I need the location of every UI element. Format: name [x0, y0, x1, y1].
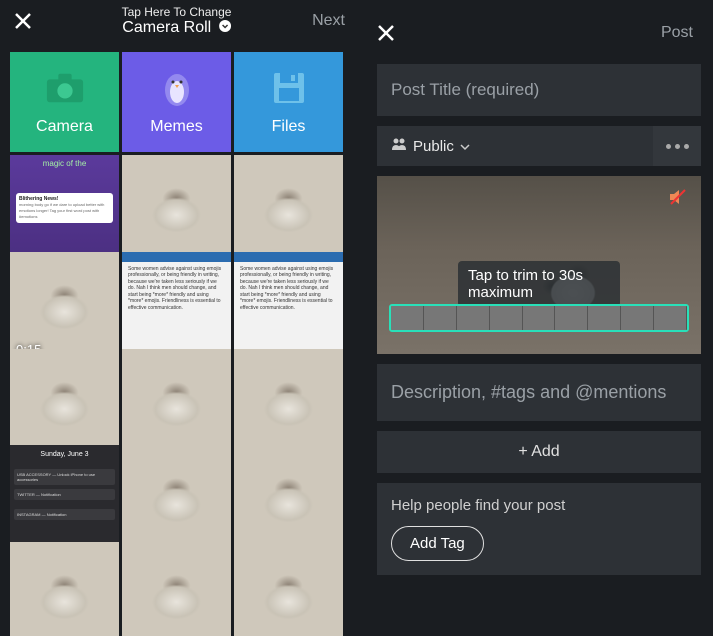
media-thumbnail[interactable]	[234, 349, 343, 458]
media-thumbnail[interactable]: magic of theBlithering News!morning body…	[10, 155, 119, 264]
album-selector[interactable]: Tap Here To Change Camera Roll	[122, 6, 232, 37]
add-tag-button[interactable]: Add Tag	[391, 526, 484, 561]
media-picker-panel: Tap Here To Change Camera Roll Next Came…	[0, 0, 353, 636]
people-icon	[391, 137, 407, 155]
header-hint: Tap Here To Change	[122, 6, 232, 19]
find-help-label: Help people find your post	[391, 497, 687, 514]
media-thumbnail[interactable]	[122, 542, 231, 636]
floppy-icon	[269, 68, 309, 108]
close-button-left[interactable]	[2, 0, 44, 42]
source-files[interactable]: Files	[234, 52, 343, 152]
media-thumbnail[interactable]	[10, 542, 119, 636]
close-icon	[13, 11, 33, 31]
source-camera[interactable]: Camera	[10, 52, 119, 152]
source-label: Memes	[150, 118, 202, 136]
left-header: Tap Here To Change Camera Roll Next	[0, 0, 353, 42]
source-memes[interactable]: Memes	[122, 52, 231, 152]
media-thumbnail[interactable]: Sunday, June 3USB ACCESSORY — Unlock iPh…	[10, 445, 119, 554]
trim-hint: Tap to trim to 30s maximum	[458, 261, 620, 307]
post-title-input[interactable]: Post Title (required)	[377, 64, 701, 116]
source-label: Files	[272, 118, 306, 136]
camera-icon	[45, 68, 85, 108]
penguin-icon	[157, 68, 197, 108]
description-input[interactable]: Description, #tags and @mentions	[377, 364, 701, 421]
visibility-row: Public	[377, 126, 701, 166]
add-section-button[interactable]: + Add	[377, 431, 701, 473]
media-thumbnail[interactable]	[122, 349, 231, 458]
visibility-label: Public	[413, 138, 454, 155]
media-thumbnail[interactable]	[234, 445, 343, 554]
mute-icon[interactable]	[667, 186, 689, 208]
close-button-right[interactable]	[365, 12, 407, 54]
compose-panel: Post Post Title (required) Public Tap to…	[353, 0, 713, 636]
visibility-selector[interactable]: Public	[377, 127, 653, 165]
find-post-section: Help people find your post Add Tag	[377, 483, 701, 575]
media-thumbnail[interactable]	[234, 542, 343, 636]
post-button[interactable]: Post	[661, 24, 693, 42]
more-options-button[interactable]	[653, 126, 701, 166]
media-thumbnail[interactable]: Some women advise against using emojis p…	[234, 252, 343, 361]
media-thumbnail[interactable]: 0:15	[10, 252, 119, 361]
ellipsis-icon	[666, 144, 689, 149]
chevron-down-icon	[219, 19, 231, 37]
right-header: Post	[377, 12, 701, 54]
album-title: Camera Roll	[122, 19, 211, 36]
chevron-down-icon	[460, 138, 470, 155]
media-thumbnail[interactable]	[122, 155, 231, 264]
trim-bar[interactable]	[389, 304, 689, 332]
media-grid: magic of theBlithering News!morning body…	[0, 152, 353, 636]
media-thumbnail[interactable]	[122, 445, 231, 554]
source-label: Camera	[36, 118, 93, 136]
video-preview[interactable]: Tap to trim to 30s maximum	[377, 176, 701, 354]
media-thumbnail[interactable]	[234, 155, 343, 264]
source-row: Camera Memes Files	[0, 42, 353, 152]
media-thumbnail[interactable]	[10, 349, 119, 458]
media-thumbnail[interactable]: Some women advise against using emojis p…	[122, 252, 231, 361]
close-icon	[376, 23, 396, 43]
next-button[interactable]: Next	[312, 12, 345, 30]
